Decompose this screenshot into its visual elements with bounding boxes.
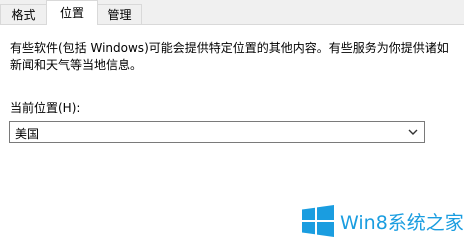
current-location-label: 当前位置(H): xyxy=(10,101,81,115)
windows-logo-icon xyxy=(302,205,334,237)
location-description: 有些软件(包括 Windows)可能会提供特定位置的其他内容。有些服务为你提供诸… xyxy=(10,41,449,72)
current-location-select[interactable]: 美国 xyxy=(9,121,425,143)
tab-format[interactable]: 格式 xyxy=(0,4,47,24)
tab-location[interactable]: 位置 xyxy=(46,0,98,25)
chevron-down-icon xyxy=(408,129,418,135)
watermark-text: Win8系统之家 xyxy=(340,212,464,234)
tab-admin[interactable]: 管理 xyxy=(97,4,142,24)
selected-location: 美国 xyxy=(15,127,40,141)
